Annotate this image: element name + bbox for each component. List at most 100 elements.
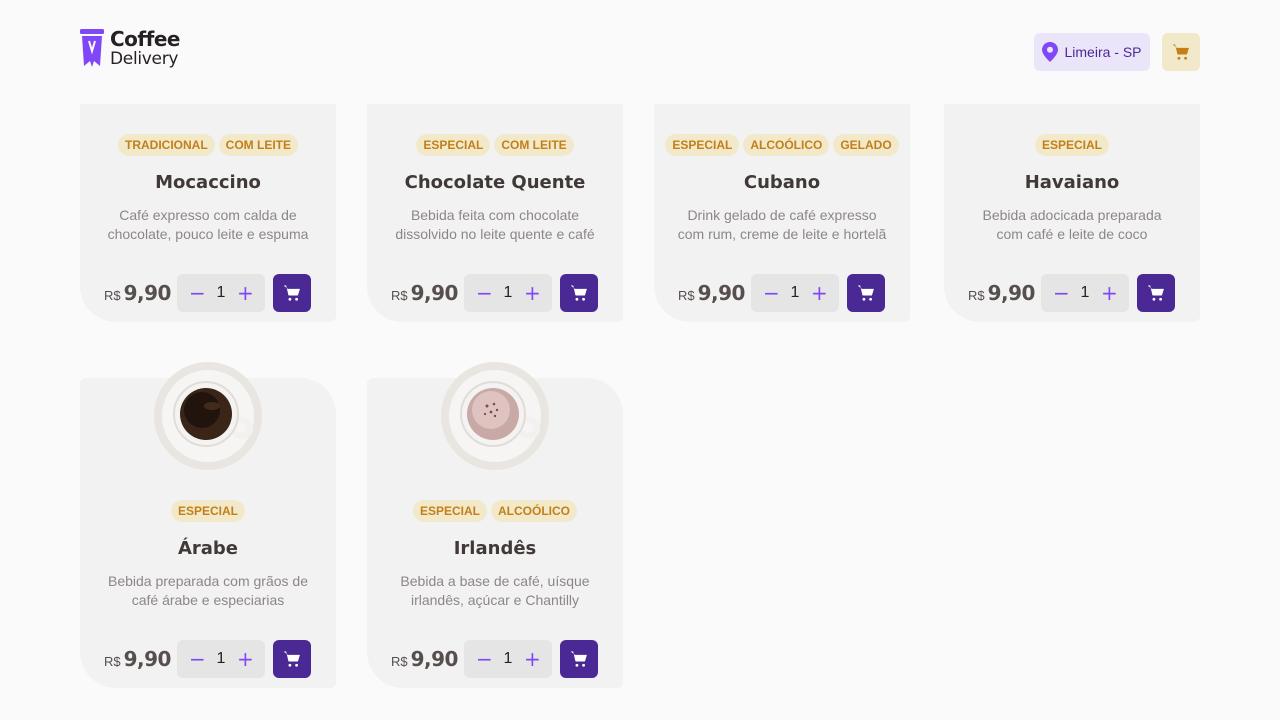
product-description: Drink gelado de café expresso com rum, c…: [672, 206, 892, 244]
buy-row: R$ 9,90 − 1 +: [391, 274, 599, 312]
tag: COM LEITE: [494, 134, 574, 156]
cart-button[interactable]: [1162, 33, 1200, 71]
tag: ESPECIAL: [170, 500, 245, 522]
quantity-value: 1: [790, 284, 800, 301]
product-name: Chocolate Quente: [404, 172, 586, 193]
description-line: Bebida a base de café, uísque: [400, 573, 590, 589]
add-to-cart-button[interactable]: [1137, 274, 1175, 312]
price-value: 9,90: [410, 647, 459, 671]
price-value: 9,90: [123, 647, 172, 671]
description-line: irlandês, açúcar e Chantilly: [410, 592, 580, 608]
description-line: Café expresso com calda de: [119, 207, 297, 223]
tag: ESPECIAL: [1034, 134, 1109, 156]
product-card: ESPECIAL ALCOÓLICO Irlandês Bebida a bas…: [367, 362, 623, 688]
tag: ALCOÓLICO: [491, 500, 577, 522]
quantity-stepper: − 1 +: [177, 640, 265, 678]
plus-icon[interactable]: +: [237, 649, 254, 669]
description-line: café árabe e especiarias: [131, 592, 285, 608]
add-to-cart-button[interactable]: [847, 274, 885, 312]
minus-icon[interactable]: −: [476, 649, 493, 669]
plus-icon[interactable]: +: [524, 283, 541, 303]
quantity-value: 1: [503, 284, 513, 301]
quantity-stepper: − 1 +: [751, 274, 839, 312]
buy-row: R$ 9,90 − 1 +: [104, 274, 312, 312]
plus-icon[interactable]: +: [237, 283, 254, 303]
buy-row: R$ 9,90 − 1 +: [104, 640, 312, 678]
shopping-cart-icon: [283, 651, 300, 667]
logo-title: Coffee: [110, 27, 180, 51]
buy-row: R$ 9,90 − 1 +: [391, 640, 599, 678]
shopping-cart-icon: [283, 285, 300, 301]
product-name: Havaiano: [1024, 172, 1120, 193]
plus-icon[interactable]: +: [1101, 283, 1118, 303]
add-to-cart-button[interactable]: [273, 274, 311, 312]
map-pin-icon: [1042, 42, 1059, 62]
shopping-cart-icon: [570, 651, 587, 667]
currency: R$: [678, 288, 695, 303]
tag: TRADICIONAL: [117, 134, 215, 156]
tag: GELADO: [833, 134, 899, 156]
quantity-value: 1: [503, 650, 513, 667]
quantity-value: 1: [1080, 284, 1090, 301]
tag-list: ESPECIAL: [944, 134, 1200, 156]
currency: R$: [104, 288, 121, 303]
tag: COM LEITE: [218, 134, 298, 156]
description-line: com café e leite de coco: [996, 226, 1148, 242]
coffee-cup-logo-icon: [80, 29, 104, 67]
description-line: chocolate, pouco leite e espuma: [107, 226, 309, 242]
shopping-cart-icon: [1147, 285, 1164, 301]
add-to-cart-button[interactable]: [273, 640, 311, 678]
tag-list: ESPECIAL ALCOÓLICO GELADO: [654, 134, 910, 156]
description-line: Bebida feita com chocolate: [410, 207, 580, 223]
minus-icon[interactable]: −: [189, 283, 206, 303]
logo-text: Coffee Delivery: [110, 29, 180, 69]
add-to-cart-button[interactable]: [560, 640, 598, 678]
site-header: Coffee Delivery Limeira - SP: [0, 0, 1280, 104]
product-description: Bebida preparada com grãos de café árabe…: [98, 572, 318, 610]
buy-row: R$ 9,90 − 1 +: [678, 274, 886, 312]
buy-row: R$ 9,90 − 1 +: [968, 274, 1176, 312]
price: R$ 9,90: [391, 647, 464, 671]
price: R$ 9,90: [104, 281, 177, 305]
plus-icon[interactable]: +: [811, 283, 828, 303]
arabic-coffee-cup-image: [154, 362, 262, 470]
coffee-catalog: TRADICIONAL COM LEITE Mocaccino Café exp…: [0, 0, 1280, 720]
quantity-stepper: − 1 +: [1041, 274, 1129, 312]
minus-icon[interactable]: −: [763, 283, 780, 303]
currency: R$: [391, 654, 408, 669]
description-line: Bebida preparada com grãos de: [107, 573, 309, 589]
quantity-stepper: − 1 +: [177, 274, 265, 312]
price-value: 9,90: [697, 281, 746, 305]
quantity-stepper: − 1 +: [464, 640, 552, 678]
price-value: 9,90: [987, 281, 1036, 305]
product-description: Café expresso com calda de chocolate, po…: [98, 206, 318, 244]
plus-icon[interactable]: +: [524, 649, 541, 669]
quantity-stepper: − 1 +: [464, 274, 552, 312]
location-badge[interactable]: Limeira - SP: [1034, 33, 1150, 71]
quantity-value: 1: [216, 284, 226, 301]
price-value: 9,90: [410, 281, 459, 305]
logo-subtitle: Delivery: [110, 49, 179, 69]
logo[interactable]: Coffee Delivery: [80, 29, 180, 69]
tag-list: ESPECIAL: [80, 500, 336, 522]
product-card: ESPECIAL Árabe Bebida preparada com grão…: [80, 362, 336, 688]
description-line: com rum, creme de leite e hortelã: [677, 226, 887, 242]
product-description: Bebida adocicada preparada com café e le…: [962, 206, 1182, 244]
tag: ALCOÓLICO: [743, 134, 830, 156]
shopping-cart-icon: [857, 285, 874, 301]
product-name: Cubano: [743, 172, 821, 193]
minus-icon[interactable]: −: [189, 649, 206, 669]
minus-icon[interactable]: −: [476, 283, 493, 303]
tag: ESPECIAL: [665, 134, 740, 156]
minus-icon[interactable]: −: [1053, 283, 1070, 303]
price: R$ 9,90: [104, 647, 177, 671]
irish-coffee-cup-image: [441, 362, 549, 470]
price: R$ 9,90: [968, 281, 1041, 305]
product-name: Irlandês: [453, 538, 537, 559]
add-to-cart-button[interactable]: [560, 274, 598, 312]
quantity-value: 1: [216, 650, 226, 667]
price-value: 9,90: [123, 281, 172, 305]
description-line: Drink gelado de café expresso: [687, 207, 877, 223]
product-name: Mocaccino: [155, 172, 261, 193]
currency: R$: [391, 288, 408, 303]
